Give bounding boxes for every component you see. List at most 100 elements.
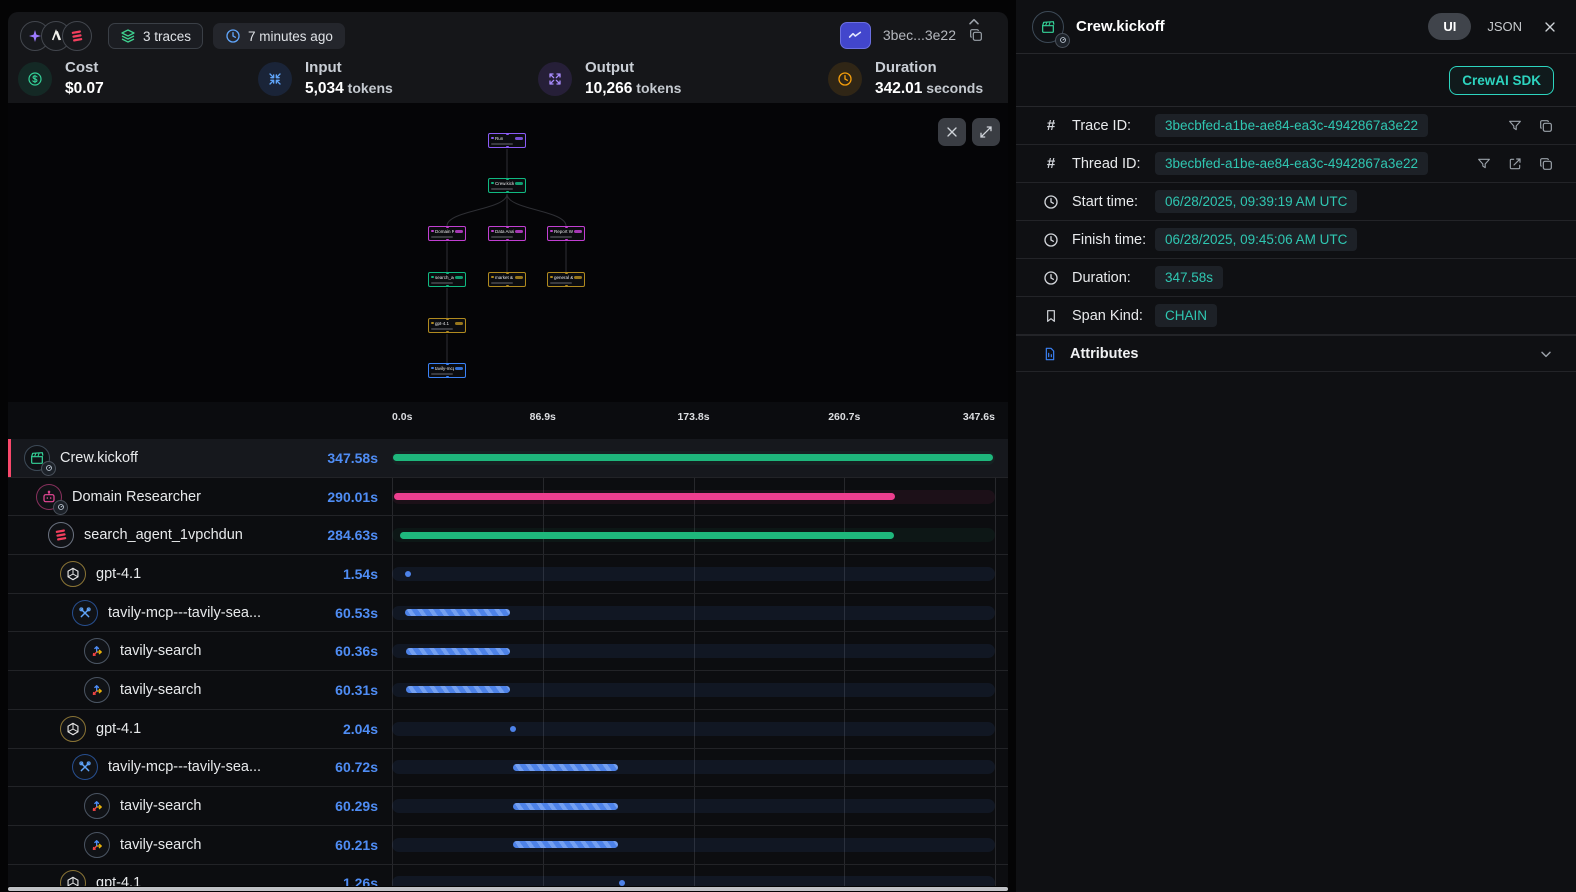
span-row[interactable]: tavily-mcp---tavily-sea...60.72s [8, 749, 1008, 788]
span-name: tavily-mcp---tavily-sea... [108, 759, 325, 775]
graph-node-header: search_agen... [431, 275, 463, 280]
graph-node-gpt[interactable]: gpt-4.1 [428, 318, 466, 333]
collapse-stats-chevron-icon[interactable] [966, 14, 982, 35]
field-actions [1507, 118, 1554, 134]
span-waterfall: Crew.kickoff347.58sDomain Researcher290.… [8, 439, 1008, 886]
node-label: gpt-4.1 [435, 321, 454, 326]
field-label: Duration: [1072, 270, 1155, 286]
tab-json[interactable]: JSON [1487, 19, 1522, 34]
stat-input: Input5,034 tokens [258, 59, 393, 98]
clock-icon [828, 62, 862, 96]
field-label: Span Kind: [1072, 308, 1155, 324]
span-row[interactable]: Domain Researcher290.01s [8, 478, 1008, 517]
graph-close-button[interactable] [938, 118, 966, 146]
span-name: tavily-search [120, 837, 325, 853]
graph-node-mcp[interactable]: tavily-mcp---... [428, 363, 466, 378]
clock-icon [1042, 270, 1060, 286]
span-row-label-cell: gpt-4.11.54s [8, 555, 392, 593]
field-row-trace-id-: #Trace ID:3becbfed-a1be-ae84-ea3c-494286… [1016, 107, 1576, 145]
span-row[interactable]: tavily-search60.36s [8, 632, 1008, 671]
graph-node-search[interactable]: search_agen... [428, 272, 466, 287]
tab-ui[interactable]: UI [1428, 13, 1471, 40]
node-subtitle [431, 236, 453, 238]
span-timeline-cell [392, 826, 995, 864]
openai-icon [60, 561, 86, 587]
funnel-icon[interactable] [1476, 156, 1492, 172]
external-icon[interactable] [1507, 156, 1523, 172]
span-row[interactable]: tavily-mcp---tavily-sea... 60.53s [8, 594, 1008, 633]
graph-node-domain[interactable]: Domain Research... [428, 226, 466, 241]
span-timeline-cell [392, 555, 995, 593]
field-value: 06/28/2025, 09:39:19 AM UTC [1155, 190, 1357, 213]
graph-expand-button[interactable] [972, 118, 1000, 146]
graph-node-general[interactable]: general & synop... [547, 272, 585, 287]
span-duration: 60.53s [335, 605, 378, 621]
node-badge [515, 182, 523, 185]
span-row-label-cell: gpt-4.12.04s [8, 710, 392, 748]
span-row[interactable]: tavily-search60.31s [8, 671, 1008, 710]
time-ago-badge: 7 minutes ago [213, 23, 345, 49]
horizontal-scrollbar[interactable] [8, 887, 1008, 891]
stat-label: Duration [875, 59, 983, 76]
stat-unit: tokens [344, 80, 393, 96]
tavily-icon [84, 677, 110, 703]
node-icon [431, 230, 434, 233]
span-bar [513, 841, 617, 848]
close-panel-icon[interactable] [1542, 19, 1558, 35]
axis-tick: 86.9s [530, 411, 556, 423]
span-duration: 347.58s [327, 450, 378, 466]
span-name: tavily-search [120, 798, 325, 814]
graph-node-market[interactable]: market & financ... [488, 272, 526, 287]
copy-icon[interactable] [1538, 156, 1554, 172]
funnel-icon[interactable] [1507, 118, 1523, 134]
tavily-icon [84, 832, 110, 858]
span-timeline-cell [392, 478, 995, 516]
span-track [392, 760, 995, 774]
graph-node-analyst[interactable]: Data Analyst [488, 226, 526, 241]
span-row[interactable]: gpt-4.1 1.26s [8, 865, 1008, 886]
chevron-down-icon[interactable] [1538, 346, 1554, 362]
stat-value: 342.01 seconds [875, 80, 983, 98]
span-bar [405, 609, 510, 616]
node-badge [455, 230, 463, 233]
node-badge [515, 137, 523, 140]
span-track [392, 567, 995, 581]
stat-cost: Cost$0.07 [18, 59, 104, 98]
stat-label: Output [585, 59, 681, 76]
tools-icon [72, 754, 98, 780]
graph-node-crew[interactable]: Crew.kickoff [488, 178, 526, 193]
field-value: 3becbfed-a1be-ae84-ea3c-4942867a3e22 [1155, 152, 1428, 175]
span-duration: 1.26s [343, 875, 378, 886]
stat-text: Duration 342.01 seconds [875, 59, 983, 98]
trace-summary-bar: 3 traces 7 minutes ago 3bec...3e22 Cost$… [8, 12, 1008, 103]
span-row[interactable]: gpt-4.12.04s [8, 710, 1008, 749]
stat-text: Cost$0.07 [65, 59, 104, 98]
span-row[interactable]: tavily-search60.29s [8, 787, 1008, 826]
node-icon [431, 276, 434, 279]
traces-count-badge[interactable]: 3 traces [108, 23, 203, 49]
copy-icon[interactable] [1538, 118, 1554, 134]
trace-graph: Run Crew.kickoff Domain Research... Data An… [8, 103, 1008, 402]
arrowsin-icon [258, 62, 292, 96]
node-label: Report Writer [554, 229, 573, 234]
trace-id-chip: 3bec...3e22 [840, 20, 984, 50]
stat-value: 10,266 tokens [585, 80, 681, 98]
clock-icon [1042, 194, 1060, 210]
span-name: gpt-4.1 [96, 875, 333, 886]
stat-value: 5,034 tokens [305, 80, 393, 98]
clock-icon [225, 28, 241, 44]
node-icon [431, 322, 434, 325]
graph-node-writer[interactable]: Report Writer [547, 226, 585, 241]
span-row[interactable]: tavily-search60.21s [8, 826, 1008, 865]
axis-tick: 347.6s [963, 411, 995, 423]
graph-node-run[interactable]: Run [488, 133, 526, 148]
node-subtitle [431, 373, 453, 375]
span-row[interactable]: Crew.kickoff347.58s [8, 439, 1008, 478]
span-detail-panel: Crew.kickoff UI JSON CrewAI SDK #Trace I… [1016, 0, 1576, 892]
span-row[interactable]: search_agent_1vpchdun284.63s [8, 516, 1008, 555]
span-name: tavily-mcp---tavily-sea... [108, 605, 325, 621]
span-row[interactable]: gpt-4.11.54s [8, 555, 1008, 594]
span-timeline-cell [392, 749, 995, 787]
span-timeline-cell [392, 594, 995, 632]
attributes-section[interactable]: Attributes [1016, 335, 1576, 372]
